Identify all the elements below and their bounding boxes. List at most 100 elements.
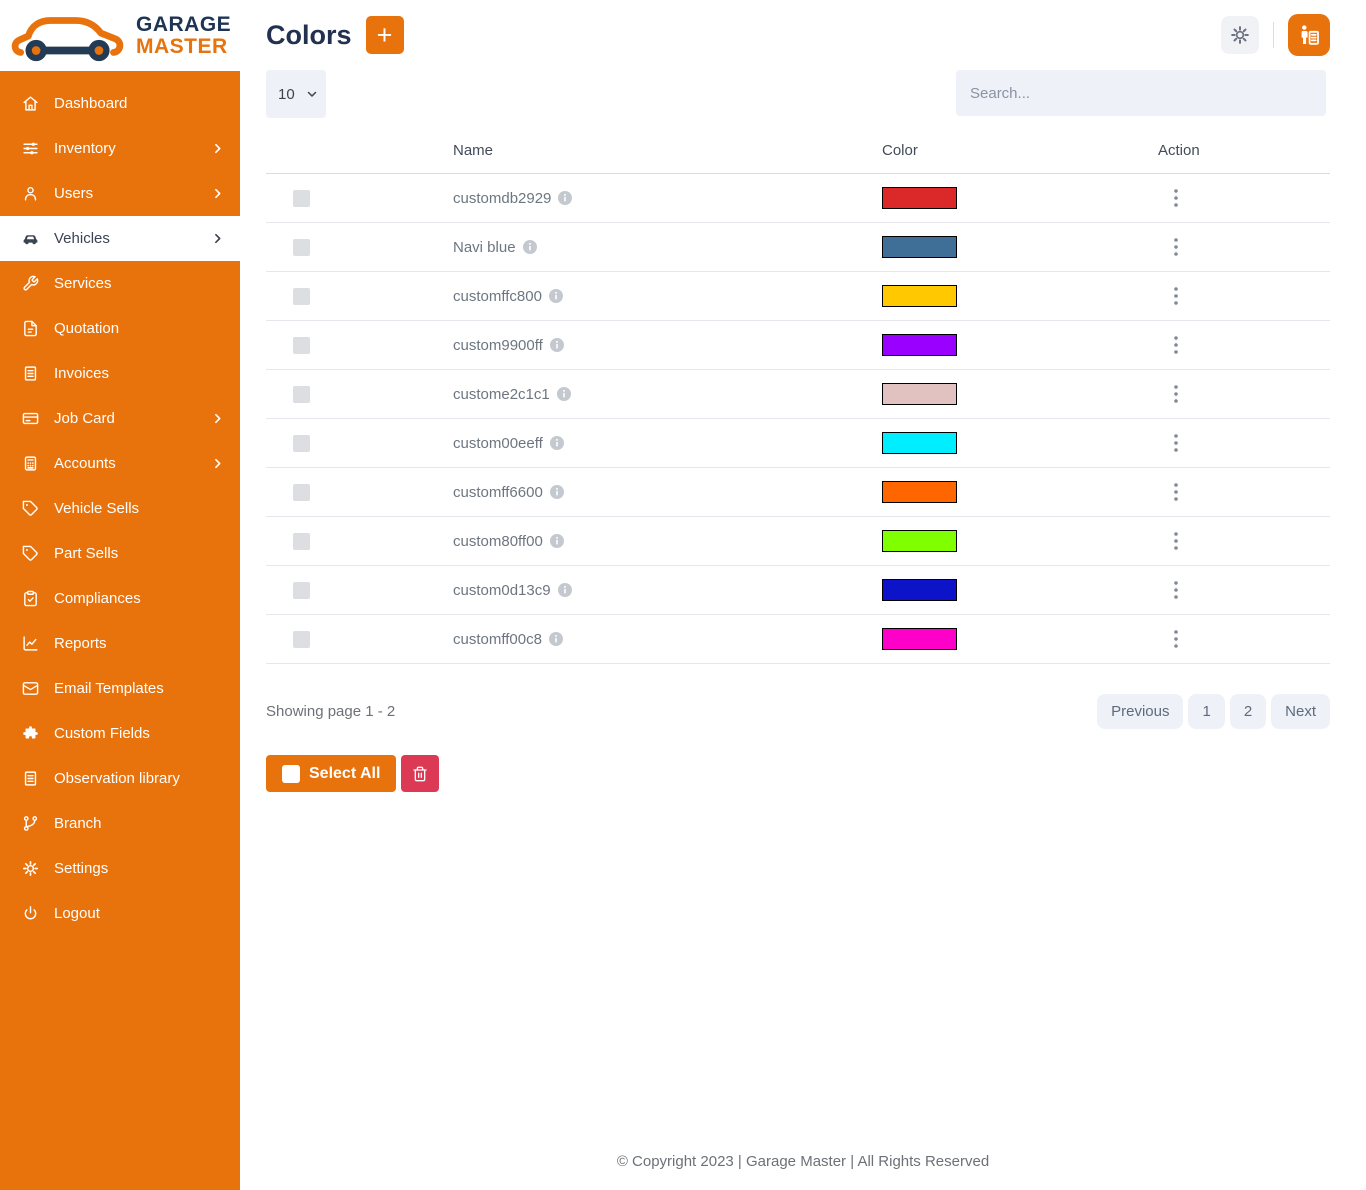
brand-name: GARAGE MASTER bbox=[136, 14, 231, 57]
color-name: customdb2929 bbox=[453, 190, 551, 207]
add-color-button[interactable]: + bbox=[366, 16, 404, 54]
sidebar-item-label: Dashboard bbox=[54, 95, 127, 112]
row-checkbox[interactable] bbox=[293, 386, 310, 403]
sidebar-item-label: Vehicles bbox=[54, 230, 110, 247]
kebab-menu-icon bbox=[1174, 532, 1178, 550]
kebab-menu-icon bbox=[1174, 238, 1178, 256]
row-actions-menu-button[interactable] bbox=[1166, 430, 1186, 456]
info-icon[interactable] bbox=[550, 485, 564, 499]
sidebar-item-label: Logout bbox=[54, 905, 100, 922]
table-row: custom00eeff bbox=[266, 419, 1330, 468]
kebab-menu-icon bbox=[1174, 385, 1178, 403]
row-actions-menu-button[interactable] bbox=[1166, 528, 1186, 554]
gear-icon bbox=[22, 860, 39, 877]
info-icon[interactable] bbox=[549, 289, 563, 303]
sidebar-item-accounts[interactable]: Accounts bbox=[0, 441, 240, 486]
sidebar-item-settings[interactable]: Settings bbox=[0, 846, 240, 891]
info-icon[interactable] bbox=[523, 240, 537, 254]
table-row: customdb2929 bbox=[266, 174, 1330, 223]
sidebar-item-label: Branch bbox=[54, 815, 102, 832]
table-row: customff6600 bbox=[266, 468, 1330, 517]
row-checkbox[interactable] bbox=[293, 582, 310, 599]
sidebar-item-reports[interactable]: Reports bbox=[0, 621, 240, 666]
sidebar-item-label: Part Sells bbox=[54, 545, 118, 562]
color-swatch bbox=[882, 236, 957, 258]
info-icon[interactable] bbox=[550, 436, 564, 450]
color-name: customff00c8 bbox=[453, 631, 542, 648]
row-checkbox[interactable] bbox=[293, 337, 310, 354]
app-root: GARAGE MASTER Dashboard Inventory Users bbox=[0, 0, 1366, 1190]
row-checkbox[interactable] bbox=[293, 190, 310, 207]
table-row: custome2c1c1 bbox=[266, 370, 1330, 419]
page-1-button[interactable]: 1 bbox=[1188, 694, 1224, 729]
info-icon[interactable] bbox=[558, 583, 572, 597]
info-icon[interactable] bbox=[549, 632, 563, 646]
table-row: custom9900ff bbox=[266, 321, 1330, 370]
sidebar-item-label: Job Card bbox=[54, 410, 115, 427]
chevron-right-icon bbox=[211, 142, 224, 155]
previous-page-button[interactable]: Previous bbox=[1097, 694, 1183, 729]
sidebar-item-job-card[interactable]: Job Card bbox=[0, 396, 240, 441]
gear-icon bbox=[1230, 25, 1250, 45]
sidebar-item-label: Inventory bbox=[54, 140, 116, 157]
row-checkbox[interactable] bbox=[293, 484, 310, 501]
sidebar-item-dashboard[interactable]: Dashboard bbox=[0, 81, 240, 126]
users-icon bbox=[22, 185, 39, 202]
page-2-button[interactable]: 2 bbox=[1230, 694, 1266, 729]
sidebar-nav: Dashboard Inventory Users Vehicles Servi… bbox=[0, 71, 240, 936]
tag-icon bbox=[22, 500, 39, 517]
row-checkbox[interactable] bbox=[293, 533, 310, 550]
row-actions-menu-button[interactable] bbox=[1166, 381, 1186, 407]
row-checkbox[interactable] bbox=[293, 631, 310, 648]
page-size-select[interactable]: 10 bbox=[266, 70, 326, 118]
delete-selected-button[interactable] bbox=[401, 755, 439, 792]
account-button[interactable] bbox=[1288, 14, 1330, 56]
table-footer: Showing page 1 - 2 Previous 1 2 Next bbox=[266, 694, 1330, 729]
sidebar-item-services[interactable]: Services bbox=[0, 261, 240, 306]
row-checkbox[interactable] bbox=[293, 239, 310, 256]
sidebar-item-label: Settings bbox=[54, 860, 108, 877]
color-name: custom9900ff bbox=[453, 337, 543, 354]
brand-line2: MASTER bbox=[136, 36, 231, 57]
search-input[interactable] bbox=[956, 70, 1326, 116]
row-actions-menu-button[interactable] bbox=[1166, 234, 1186, 260]
info-icon[interactable] bbox=[557, 387, 571, 401]
sidebar-item-quotation[interactable]: Quotation bbox=[0, 306, 240, 351]
select-all-button[interactable]: Select All bbox=[266, 755, 396, 792]
sidebar-item-part-sells[interactable]: Part Sells bbox=[0, 531, 240, 576]
sidebar-item-users[interactable]: Users bbox=[0, 171, 240, 216]
settings-button[interactable] bbox=[1221, 16, 1259, 54]
sidebar-item-label: Invoices bbox=[54, 365, 109, 382]
row-checkbox[interactable] bbox=[293, 288, 310, 305]
row-actions-menu-button[interactable] bbox=[1166, 479, 1186, 505]
select-all-checkbox[interactable] bbox=[282, 765, 300, 783]
row-actions-menu-button[interactable] bbox=[1166, 577, 1186, 603]
brand-logo[interactable]: GARAGE MASTER bbox=[0, 0, 240, 71]
sidebar-item-invoices[interactable]: Invoices bbox=[0, 351, 240, 396]
row-actions-menu-button[interactable] bbox=[1166, 626, 1186, 652]
row-actions-menu-button[interactable] bbox=[1166, 332, 1186, 358]
invoices-icon bbox=[22, 365, 39, 382]
sidebar-item-compliances[interactable]: Compliances bbox=[0, 576, 240, 621]
info-icon[interactable] bbox=[550, 338, 564, 352]
sidebar-item-inventory[interactable]: Inventory bbox=[0, 126, 240, 171]
sidebar-item-label: Services bbox=[54, 275, 112, 292]
info-icon[interactable] bbox=[558, 191, 572, 205]
sidebar-item-email-templates[interactable]: Email Templates bbox=[0, 666, 240, 711]
sidebar-item-label: Vehicle Sells bbox=[54, 500, 139, 517]
sidebar-item-branch[interactable]: Branch bbox=[0, 801, 240, 846]
next-page-button[interactable]: Next bbox=[1271, 694, 1330, 729]
pagination: Previous 1 2 Next bbox=[1097, 694, 1330, 729]
sidebar-item-custom-fields[interactable]: Custom Fields bbox=[0, 711, 240, 756]
sidebar-item-observation-library[interactable]: Observation library bbox=[0, 756, 240, 801]
sidebar-item-logout[interactable]: Logout bbox=[0, 891, 240, 936]
info-icon[interactable] bbox=[550, 534, 564, 548]
row-actions-menu-button[interactable] bbox=[1166, 283, 1186, 309]
row-actions-menu-button[interactable] bbox=[1166, 185, 1186, 211]
sidebar-item-label: Custom Fields bbox=[54, 725, 150, 742]
sidebar-item-vehicles[interactable]: Vehicles bbox=[0, 216, 240, 261]
sidebar-item-vehicle-sells[interactable]: Vehicle Sells bbox=[0, 486, 240, 531]
column-header-name: Name bbox=[453, 132, 882, 174]
row-checkbox[interactable] bbox=[293, 435, 310, 452]
sidebar-item-label: Quotation bbox=[54, 320, 119, 337]
